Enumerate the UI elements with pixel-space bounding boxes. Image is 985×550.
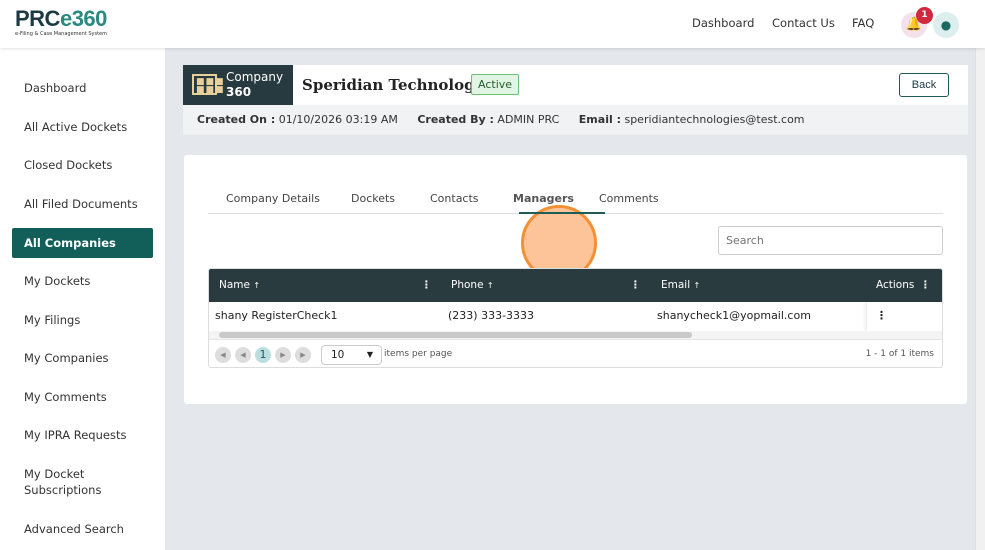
managers-card: Company Details Dockets Contacts Manager… xyxy=(184,155,967,404)
active-tab-indicator xyxy=(519,212,605,214)
tab-dockets[interactable]: Dockets xyxy=(351,192,395,205)
row-actions-icon[interactable]: ⋮ xyxy=(876,309,887,322)
email-value: speridiantechnologies@test.com xyxy=(624,113,805,126)
page-size-select[interactable]: 10 ▼ xyxy=(321,345,382,365)
sort-icon: ↑ xyxy=(253,281,261,290)
table-header: Name ↑ ⋮ Phone ↑ ⋮ Email ↑ Actions ⋮ xyxy=(209,269,942,302)
col-email-label: Email xyxy=(661,279,691,291)
search-input[interactable] xyxy=(718,226,943,255)
logo[interactable]: PRCe360 e-Filing & Case Management Syste… xyxy=(15,6,107,38)
tab-company-details[interactable]: Company Details xyxy=(226,192,320,205)
sidebar-item-ipra-requests[interactable]: My IPRA Requests xyxy=(12,420,153,450)
nav-faq[interactable]: FAQ xyxy=(852,16,874,30)
created-by-label: Created By : xyxy=(417,113,494,126)
col-name-label: Name xyxy=(219,279,250,291)
sidebar-item-my-filings[interactable]: My Filings xyxy=(12,305,153,335)
managers-table: Name ↑ ⋮ Phone ↑ ⋮ Email ↑ Actions ⋮ sha… xyxy=(208,268,943,368)
prev-page-icon[interactable]: ◀ xyxy=(235,347,251,363)
nav-contact-us[interactable]: Contact Us xyxy=(772,16,835,30)
tab-managers[interactable]: Managers xyxy=(513,192,574,205)
items-per-page-label: items per page xyxy=(384,349,453,359)
top-bar: PRCe360 e-Filing & Case Management Syste… xyxy=(0,0,985,48)
notification-badge: 1 xyxy=(916,7,933,24)
page-number[interactable]: 1 xyxy=(255,347,271,363)
sort-icon: ↑ xyxy=(486,281,494,290)
sort-icon: ↑ xyxy=(693,281,701,290)
user-icon[interactable]: ● xyxy=(933,12,959,38)
label-360: 360 xyxy=(226,85,252,99)
company-meta: Created On : 01/10/2026 03:19 AM Created… xyxy=(183,105,968,135)
created-by-value: ADMIN PRC xyxy=(497,113,560,126)
col-actions: Actions xyxy=(876,279,915,291)
created-on-label: Created On : xyxy=(197,113,276,126)
tab-comments[interactable]: Comments xyxy=(599,192,659,205)
tab-bar: Company Details Dockets Contacts Manager… xyxy=(208,185,943,281)
column-menu-icon[interactable]: ⋮ xyxy=(421,279,432,291)
sidebar-item-docket-subscriptions[interactable]: My Docket Subscriptions xyxy=(12,466,122,500)
pager: ◀ ◀ 1 ▶ ▶ 10 ▼ items per page 1 - 1 of 1 … xyxy=(209,339,942,367)
created-on-value: 01/10/2026 03:19 AM xyxy=(278,113,398,126)
cell-email: shanycheck1@yopmail.com xyxy=(657,309,811,322)
sidebar-item-all-companies[interactable]: All Companies xyxy=(12,228,153,258)
col-phone[interactable]: Phone ↑ xyxy=(451,279,494,291)
column-menu-icon[interactable]: ⋮ xyxy=(920,279,931,291)
cell-actions: ⋮ xyxy=(867,302,942,331)
col-phone-label: Phone xyxy=(451,279,484,291)
company-name: Speridian Technologies xyxy=(302,76,499,94)
sidebar-item-advanced-search[interactable]: Advanced Search xyxy=(12,514,153,544)
first-page-icon[interactable]: ◀ xyxy=(215,347,231,363)
pager-summary: 1 - 1 of 1 items xyxy=(865,349,934,359)
logo-text: PRC xyxy=(15,6,60,31)
scrollbar-thumb[interactable] xyxy=(219,332,692,338)
page-size-value: 10 xyxy=(331,349,345,361)
chevron-down-icon: ▼ xyxy=(366,350,373,359)
logo-text-accent: e360 xyxy=(59,6,107,31)
email-label: Email : xyxy=(578,113,621,126)
sidebar: Dashboard All Active Dockets Closed Dock… xyxy=(0,48,165,550)
sidebar-item-filed-documents[interactable]: All Filed Documents xyxy=(12,189,153,219)
last-page-icon[interactable]: ▶ xyxy=(295,347,311,363)
sidebar-item-my-dockets[interactable]: My Dockets xyxy=(12,266,153,296)
logo-tagline: e-Filing & Case Management System xyxy=(15,31,107,37)
sidebar-item-dashboard[interactable]: Dashboard xyxy=(12,73,153,103)
tab-contacts[interactable]: Contacts xyxy=(430,192,479,205)
sidebar-item-my-companies[interactable]: My Companies xyxy=(12,343,153,373)
horizontal-scrollbar[interactable] xyxy=(209,331,942,339)
sidebar-item-my-comments[interactable]: My Comments xyxy=(12,382,153,412)
company-header: ■■■ ■■■ Company 360 Speridian Technologie… xyxy=(183,65,968,135)
table-row[interactable]: shany RegisterCheck1 (233) 333-3333 shan… xyxy=(209,302,942,331)
col-email[interactable]: Email ↑ xyxy=(661,279,700,291)
cell-name: shany RegisterCheck1 xyxy=(215,309,338,322)
back-button[interactable]: Back xyxy=(899,73,949,97)
label-company: Company xyxy=(226,70,284,84)
vertical-scrollbar[interactable] xyxy=(975,48,985,550)
building-icon: ■■■ ■■■ xyxy=(192,74,224,95)
column-menu-icon[interactable]: ⋮ xyxy=(630,279,641,291)
sidebar-item-closed-dockets[interactable]: Closed Dockets xyxy=(12,150,153,180)
status-badge: Active xyxy=(471,74,520,95)
col-name[interactable]: Name ↑ xyxy=(219,279,260,291)
next-page-icon[interactable]: ▶ xyxy=(275,347,291,363)
sidebar-item-active-dockets[interactable]: All Active Dockets xyxy=(12,112,153,142)
nav-dashboard[interactable]: Dashboard xyxy=(692,16,754,30)
cell-phone: (233) 333-3333 xyxy=(448,309,535,322)
company360-label: ■■■ ■■■ Company 360 xyxy=(183,65,293,105)
